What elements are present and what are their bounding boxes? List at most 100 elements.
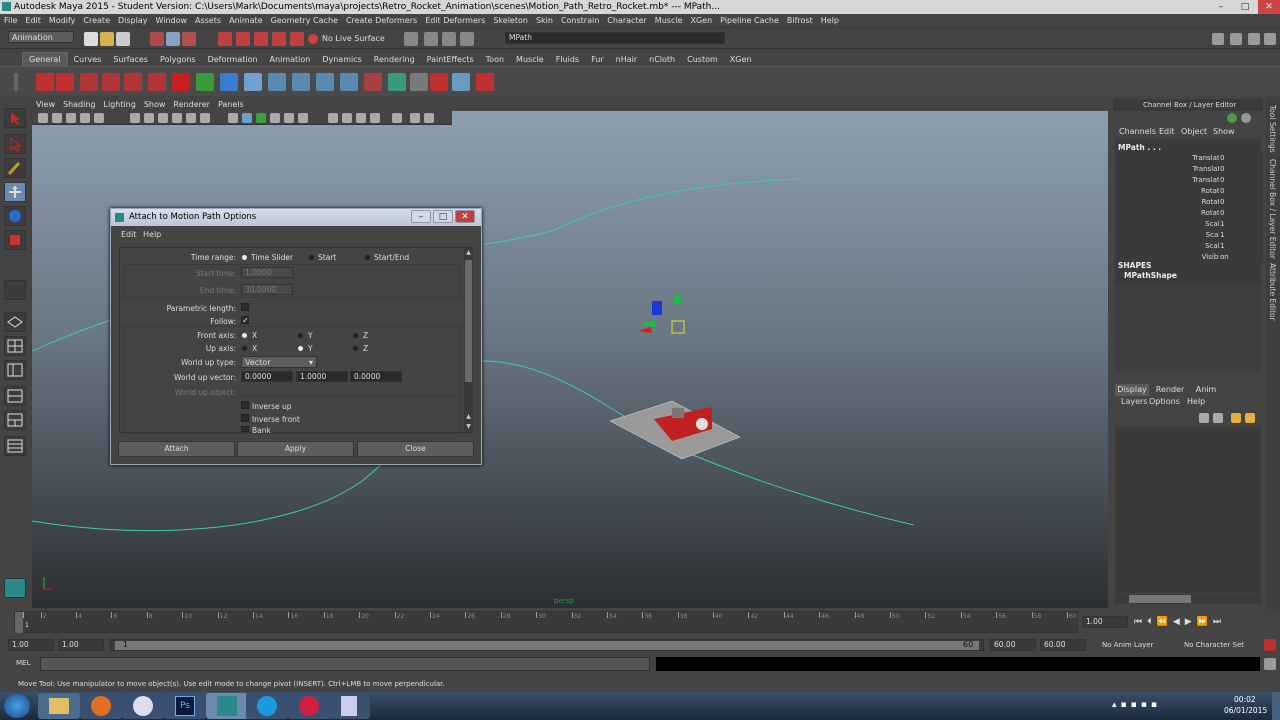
menu-display[interactable]: Display [114, 14, 152, 28]
menu-pipeline-cache[interactable]: Pipeline Cache [716, 14, 783, 28]
scroll-up-icon[interactable]: ▲ [465, 250, 472, 256]
side-tab-attribute-editor[interactable]: Attribute Editor [1268, 263, 1277, 321]
last-tool-icon[interactable] [4, 280, 26, 300]
play-forward-icon[interactable]: ▶ [1185, 617, 1197, 627]
menu-edit-deformers[interactable]: Edit Deformers [421, 14, 489, 28]
current-frame-field[interactable]: 1.00 [1082, 616, 1128, 628]
world-up-vector-y-field[interactable]: 1.0000 [296, 371, 348, 382]
next-key-icon[interactable]: ⏩ [1197, 617, 1213, 627]
xray-icon[interactable] [328, 113, 338, 123]
layer-scrollbar-thumb[interactable] [1129, 595, 1191, 603]
skype-app-icon[interactable] [246, 693, 288, 719]
new-layer-selected-icon[interactable] [1213, 413, 1223, 423]
channel-value[interactable]: 0 [1219, 153, 1263, 163]
wireframe-icon[interactable] [228, 113, 238, 123]
steam-app-icon[interactable] [122, 693, 164, 719]
channel-value[interactable]: 1 [1219, 241, 1263, 251]
anim-layer-dropdown[interactable]: No Anim Layer [1102, 641, 1153, 649]
shelf-question-icon[interactable] [56, 73, 74, 91]
toggle-attribute-editor-icon[interactable] [1212, 33, 1224, 45]
select-hierarchy-icon[interactable] [150, 32, 164, 46]
xray-joints-icon[interactable] [342, 113, 352, 123]
new-layer-icon[interactable] [1199, 413, 1209, 423]
menu-geometry-cache[interactable]: Geometry Cache [267, 14, 342, 28]
dialog-maximize-button[interactable]: □ [433, 210, 453, 223]
shelf-tab-general[interactable]: General [22, 52, 68, 67]
shelf-ep-curve-icon[interactable] [102, 73, 120, 91]
render-frame-icon[interactable] [424, 32, 438, 46]
layer-scrollbar[interactable] [1115, 594, 1261, 604]
dialog-title-bar[interactable]: Attach to Motion Path Options – □ ✕ [111, 209, 481, 226]
dialog-menu-help[interactable]: Help [143, 230, 161, 239]
grid-toggle-icon[interactable] [130, 113, 140, 123]
shelf-tab-xgen[interactable]: XGen [724, 53, 758, 67]
open-scene-icon[interactable] [100, 32, 114, 46]
shelf-sphere-icon[interactable] [220, 73, 238, 91]
channel-value[interactable]: 0 [1219, 208, 1263, 218]
layer-menu-layers[interactable]: Layers [1121, 397, 1147, 406]
snap-curve-icon[interactable] [236, 32, 250, 46]
dialog-menu-edit[interactable]: Edit [121, 230, 137, 239]
shelf-tab-curves[interactable]: Curves [68, 53, 108, 67]
channel-row[interactable]: Scale X1 [1115, 219, 1263, 229]
bank-checkbox[interactable] [241, 426, 249, 432]
film-gate-icon[interactable] [144, 113, 154, 123]
end-time-field[interactable]: 30.0000 [241, 284, 293, 295]
menu-help[interactable]: Help [817, 14, 843, 28]
tray-power-icon[interactable]: ▪ [1151, 700, 1161, 710]
channel-value[interactable]: 0 [1219, 197, 1263, 207]
lasso-tool-icon[interactable] [4, 134, 26, 154]
shelf-group-icon[interactable] [340, 73, 358, 91]
layer-list[interactable] [1115, 427, 1261, 593]
dialog-minimize-button[interactable]: – [411, 210, 431, 223]
shelf-move-icon[interactable] [268, 73, 286, 91]
show-desktop-button[interactable] [1272, 692, 1280, 720]
menu-create-deformers[interactable]: Create Deformers [342, 14, 421, 28]
select-object-icon[interactable] [166, 32, 180, 46]
menu-animate[interactable]: Animate [225, 14, 267, 28]
start-time-field[interactable]: 1.0000 [241, 267, 293, 278]
snap-point-icon[interactable] [254, 32, 268, 46]
channel-row[interactable]: Rotate X0 [1115, 186, 1263, 196]
camera-attributes-icon[interactable] [52, 113, 62, 123]
channel-menu-show[interactable]: Show [1213, 127, 1235, 136]
side-tab-channel-box[interactable]: Channel Box / Layer Editor [1268, 159, 1277, 259]
single-pane-layout-icon[interactable] [4, 312, 26, 332]
shelf-tab-animation[interactable]: Animation [264, 53, 317, 67]
shape-name[interactable]: MPathShape [1124, 271, 1177, 280]
layer-tab-display[interactable]: Display [1115, 384, 1149, 396]
menu-file[interactable]: File [0, 14, 21, 28]
range-bar[interactable]: 1 60 [110, 639, 984, 651]
play-back-icon[interactable]: ◀ [1173, 617, 1185, 627]
shelf-tab-toon[interactable]: Toon [480, 53, 510, 67]
menu-create[interactable]: Create [79, 14, 114, 28]
go-to-end-icon[interactable]: ⏭ [1213, 617, 1226, 627]
select-tool-icon[interactable] [4, 108, 26, 128]
shelf-tab-surfaces[interactable]: Surfaces [107, 53, 154, 67]
shelf-tab-dynamics[interactable]: Dynamics [316, 53, 367, 67]
minimize-button[interactable]: – [1210, 0, 1232, 14]
panel-menu-show[interactable]: Show [140, 99, 170, 111]
shelf-tab-fluids[interactable]: Fluids [550, 53, 585, 67]
outliner-layout-icon[interactable] [4, 360, 26, 380]
panel-menu-renderer[interactable]: Renderer [169, 99, 214, 111]
close-window-button[interactable]: ✕ [1258, 0, 1280, 14]
menu-constrain[interactable]: Constrain [557, 14, 603, 28]
menu-skin[interactable]: Skin [532, 14, 557, 28]
shelf-scale-icon[interactable] [316, 73, 334, 91]
shelf-menu-icon[interactable] [14, 73, 18, 91]
shadows-icon[interactable] [298, 113, 308, 123]
panel-menu-view[interactable]: View [32, 99, 59, 111]
channel-row[interactable]: Rotate Y0 [1115, 197, 1263, 207]
make-live-icon[interactable] [290, 32, 304, 46]
paint-select-tool-icon[interactable] [4, 158, 26, 178]
world-up-vector-z-field[interactable]: 0.0000 [350, 371, 402, 382]
shelf-hypershade-icon[interactable] [452, 73, 470, 91]
shelf-tab-fur[interactable]: Fur [585, 53, 610, 67]
maya-app-icon[interactable] [206, 693, 248, 719]
command-input[interactable] [40, 657, 650, 671]
explorer-app-icon[interactable] [38, 693, 80, 719]
auto-key-icon[interactable] [1264, 639, 1276, 651]
menu-character[interactable]: Character [603, 14, 651, 28]
shelf-arc-tool-icon[interactable] [148, 73, 166, 91]
